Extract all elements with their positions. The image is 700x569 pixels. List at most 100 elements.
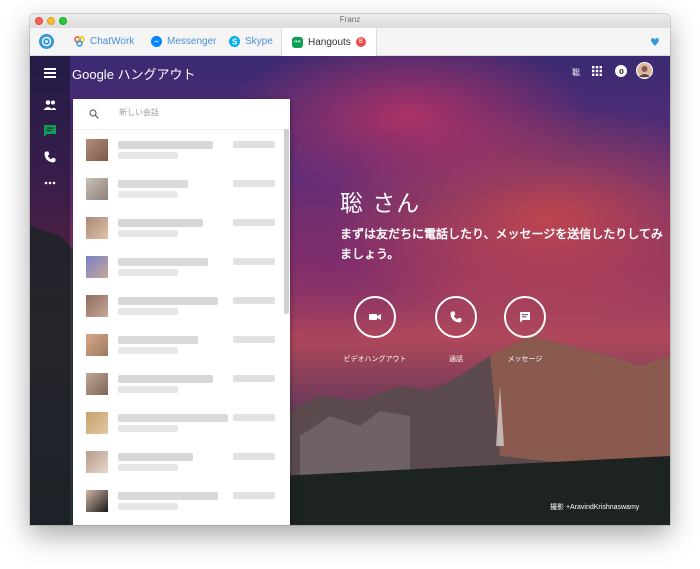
timestamp-placeholder (233, 453, 275, 460)
svg-text:"": "" (294, 40, 301, 47)
contact-avatar (86, 412, 108, 434)
voice-call-button[interactable] (435, 296, 477, 338)
conversation-row[interactable] (73, 481, 283, 517)
contact-name-placeholder (118, 453, 193, 461)
conversation-list-scrollbar[interactable] (284, 129, 289, 314)
tab-hangouts[interactable]: "" Hangouts 8 (281, 28, 377, 56)
hangouts-icon: "" (292, 36, 303, 48)
contact-name-placeholder (118, 180, 188, 188)
timestamp-placeholder (233, 297, 275, 304)
conversation-row[interactable] (73, 286, 283, 322)
side-navigation (30, 56, 70, 525)
phone-calls-icon[interactable] (43, 150, 57, 164)
service-tab-bar: ChatWork Messenger S Skype "" Hangouts 8… (30, 28, 670, 56)
message-preview-placeholder (118, 464, 178, 471)
conversation-row[interactable] (73, 247, 283, 283)
conversation-row[interactable] (73, 364, 283, 400)
tab-label: Hangouts (308, 36, 351, 48)
message-preview-placeholder (118, 347, 178, 354)
hangouts-brand: Google ハングアウト (72, 67, 196, 82)
timestamp-placeholder (233, 336, 275, 343)
contact-name-placeholder (118, 219, 203, 227)
contact-name-placeholder (118, 414, 228, 422)
message-icon (520, 312, 530, 323)
notifications-icon[interactable]: 0 (615, 65, 627, 77)
contact-avatar (86, 178, 108, 200)
message-preview-placeholder (118, 308, 178, 315)
conversation-row[interactable] (73, 325, 283, 361)
title-bar: Franz (30, 14, 670, 28)
video-call-button[interactable] (354, 296, 396, 338)
contact-name-placeholder (118, 492, 218, 500)
message-preview-placeholder (118, 230, 178, 237)
hangouts-webview: Google ハングアウト 聡 0 新しい会話 聡 さん まずは友だちに電話した… (30, 56, 670, 525)
contact-avatar (86, 217, 108, 239)
timestamp-placeholder (233, 180, 275, 187)
send-message-button[interactable] (504, 296, 546, 338)
search-bar (73, 99, 290, 130)
timestamp-placeholder (233, 219, 275, 226)
timestamp-placeholder (233, 141, 275, 148)
message-preview-placeholder (118, 191, 178, 198)
app-window: Franz ChatWork Messenger S Skype "" Hang… (30, 14, 670, 525)
avatar[interactable] (636, 62, 653, 79)
tab-skype[interactable]: S Skype (225, 28, 277, 55)
skype-icon: S (229, 36, 240, 47)
unread-badge: 8 (355, 37, 366, 47)
contact-avatar (86, 139, 108, 161)
greeting-subtitle: まずは友だちに電話したり、メッセージを送信したりしてみましょう。 (340, 227, 663, 261)
send-message-label: メッセージ (507, 355, 543, 363)
greeting-title: 聡 さん (340, 191, 421, 217)
contact-avatar (86, 451, 108, 473)
contact-name-placeholder (118, 375, 213, 383)
tab-label: ChatWork (90, 36, 135, 47)
conversation-row[interactable] (73, 130, 283, 166)
contact-avatar (86, 490, 108, 512)
user-name-short: 聡 (572, 68, 580, 77)
message-preview-placeholder (118, 425, 178, 432)
svg-text:0: 0 (619, 68, 624, 76)
contact-name-placeholder (118, 297, 218, 305)
timestamp-placeholder (233, 258, 275, 265)
tab-chatwork[interactable]: ChatWork (70, 28, 138, 55)
phone-icon (450, 311, 462, 323)
video-call-label: ビデオハングアウト (343, 355, 407, 363)
menu-icon[interactable] (44, 68, 56, 78)
contact-avatar (86, 373, 108, 395)
contact-name-placeholder (118, 141, 213, 149)
contact-name-placeholder (118, 336, 198, 344)
contact-avatar (86, 256, 108, 278)
apps-grid-icon[interactable] (592, 66, 602, 76)
tab-label: Messenger (167, 36, 217, 47)
message-preview-placeholder (118, 386, 178, 393)
timestamp-placeholder (233, 375, 275, 382)
search-icon (89, 109, 99, 119)
contacts-icon[interactable] (43, 98, 57, 112)
conversation-row[interactable] (73, 403, 283, 439)
new-conversation-search-input[interactable] (117, 107, 281, 118)
message-preview-placeholder (118, 503, 178, 510)
timestamp-placeholder (233, 414, 275, 421)
contact-avatar (86, 295, 108, 317)
photo-credit: 撮影 +AravindKrishnaswamy (550, 504, 640, 511)
contact-name-placeholder (118, 258, 208, 266)
conversations-icon[interactable] (43, 124, 57, 138)
franz-logo-icon[interactable] (39, 34, 54, 49)
tab-messenger[interactable]: Messenger (147, 28, 220, 55)
timestamp-placeholder (233, 492, 275, 499)
chatwork-icon (74, 36, 85, 47)
conversation-list-panel (73, 99, 290, 525)
messenger-icon (151, 36, 162, 47)
message-preview-placeholder (118, 269, 178, 276)
contact-avatar (86, 334, 108, 356)
tab-label: Skype (245, 36, 273, 47)
svg-text:S: S (232, 38, 238, 47)
message-preview-placeholder (118, 152, 178, 159)
window-title: Franz (339, 15, 361, 24)
conversation-row[interactable] (73, 208, 283, 244)
conversation-row[interactable] (73, 169, 283, 205)
more-options-icon[interactable] (43, 176, 57, 190)
heart-icon[interactable]: ♥ (650, 36, 660, 49)
video-icon (369, 314, 381, 320)
conversation-row[interactable] (73, 442, 283, 478)
